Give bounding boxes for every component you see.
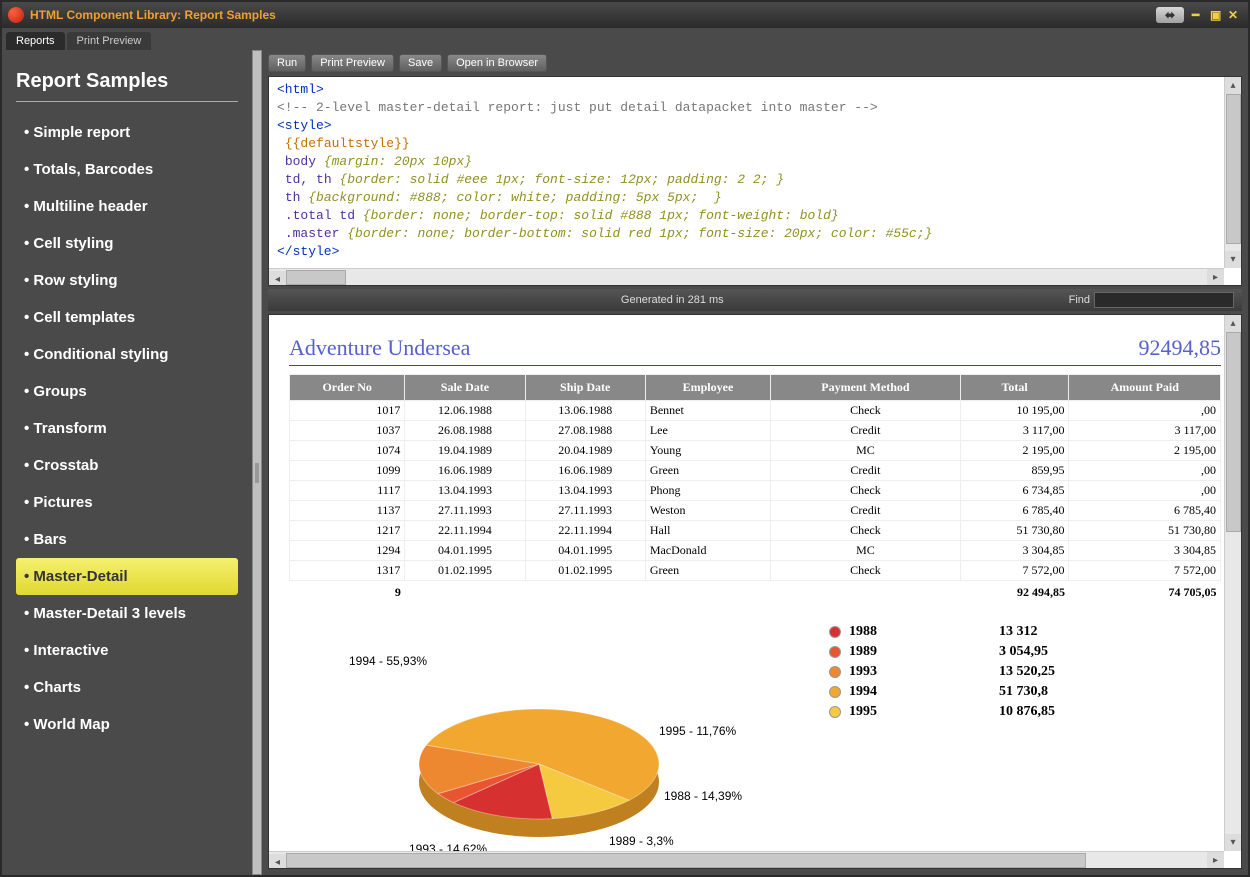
col-header: Sale Date xyxy=(405,375,525,401)
total-row: 992 494,8574 705,05 xyxy=(290,581,1221,605)
table-row: 109916.06.198916.06.1989GreenCredit859,9… xyxy=(290,461,1221,481)
pie-label-1994: 1994 - 55,93% xyxy=(349,654,427,668)
legend-item: 199510 876,85 xyxy=(829,704,1221,720)
sidebar-item-crosstab[interactable]: Crosstab xyxy=(16,447,238,484)
sidebar-item-simple-report[interactable]: Simple report xyxy=(16,114,238,151)
find-input[interactable] xyxy=(1094,292,1234,308)
tab-reports[interactable]: Reports xyxy=(6,32,65,50)
preview-vertical-scrollbar[interactable]: ▴▾ xyxy=(1224,315,1241,851)
sidebar-item-conditional-styling[interactable]: Conditional styling xyxy=(16,336,238,373)
pie-chart: 1994 - 55,93% 1995 - 11,76% 1988 - 14,39… xyxy=(289,624,749,864)
sidebar-item-totals-barcodes[interactable]: Totals, Barcodes xyxy=(16,151,238,188)
table-row: 107419.04.198920.04.1989YoungMC2 195,002… xyxy=(290,441,1221,461)
generated-time: Generated in 281 ms xyxy=(276,294,1069,306)
table-row: 101712.06.198813.06.1988BennetCheck10 19… xyxy=(290,401,1221,421)
legend-swatch-icon xyxy=(829,666,841,678)
pie-label-1989: 1989 - 3,3% xyxy=(609,834,674,848)
sidebar-item-cell-styling[interactable]: Cell styling xyxy=(16,225,238,262)
sidebar-title: Report Samples xyxy=(16,70,238,102)
code-horizontal-scrollbar[interactable]: ◂▸ xyxy=(269,268,1224,285)
print-preview-button[interactable]: Print Preview xyxy=(311,54,394,72)
table-row: 131701.02.199501.02.1995GreenCheck7 572,… xyxy=(290,561,1221,581)
open-in-browser-button[interactable]: Open in Browser xyxy=(447,54,547,72)
window-title: HTML Component Library: Report Samples xyxy=(30,8,276,22)
sidebar-item-row-styling[interactable]: Row styling xyxy=(16,262,238,299)
sidebar: Report Samples Simple reportTotals, Barc… xyxy=(2,50,252,875)
col-header: Ship Date xyxy=(525,375,645,401)
preview-pane: Adventure Undersea 92494,85 Order NoSale… xyxy=(268,314,1242,869)
minimize-icon[interactable]: ━ xyxy=(1192,8,1206,22)
col-header: Total xyxy=(960,375,1069,401)
maximize-icon[interactable]: ▣ xyxy=(1210,8,1224,22)
preview-horizontal-scrollbar[interactable]: ◂▸ xyxy=(269,851,1224,868)
sidebar-item-master-detail-3-levels[interactable]: Master-Detail 3 levels xyxy=(16,595,238,632)
title-bar: HTML Component Library: Report Samples ⬌… xyxy=(2,2,1248,28)
sidebar-item-charts[interactable]: Charts xyxy=(16,669,238,706)
legend-swatch-icon xyxy=(829,706,841,718)
legend-swatch-icon xyxy=(829,626,841,638)
main-tabs: Reports Print Preview xyxy=(2,28,1248,50)
legend-item: 198813 312 xyxy=(829,624,1221,640)
table-row: 129404.01.199504.01.1995MacDonaldMC3 304… xyxy=(290,541,1221,561)
sidebar-item-multiline-header[interactable]: Multiline header xyxy=(16,188,238,225)
save-button[interactable]: Save xyxy=(399,54,442,72)
find-label: Find xyxy=(1069,294,1090,306)
restore-horizontal-icon[interactable]: ⬌ xyxy=(1156,7,1184,23)
master-name: Adventure Undersea xyxy=(289,335,470,361)
table-row: 103726.08.198827.08.1988LeeCredit3 117,0… xyxy=(290,421,1221,441)
table-row: 111713.04.199313.04.1993PhongCheck6 734,… xyxy=(290,481,1221,501)
pie-label-1995: 1995 - 11,76% xyxy=(659,724,736,738)
col-header: Payment Method xyxy=(771,375,961,401)
sidebar-item-transform[interactable]: Transform xyxy=(16,410,238,447)
table-row: 113727.11.199327.11.1993WestonCredit6 78… xyxy=(290,501,1221,521)
master-header: Adventure Undersea 92494,85 xyxy=(289,331,1221,366)
code-vertical-scrollbar[interactable]: ▴▾ xyxy=(1224,77,1241,268)
report-toolbar: Run Print Preview Save Open in Browser xyxy=(262,50,1248,76)
table-row: 121722.11.199422.11.1994HallCheck51 730,… xyxy=(290,521,1221,541)
sidebar-item-cell-templates[interactable]: Cell templates xyxy=(16,299,238,336)
col-header: Order No xyxy=(290,375,405,401)
code-text[interactable]: <html> <!-- 2-level master-detail report… xyxy=(269,77,1241,265)
legend-swatch-icon xyxy=(829,646,841,658)
legend-item: 199451 730,8 xyxy=(829,684,1221,700)
sidebar-item-groups[interactable]: Groups xyxy=(16,373,238,410)
close-icon[interactable]: ✕ xyxy=(1228,8,1242,22)
master-total: 92494,85 xyxy=(1139,335,1222,361)
pie-label-1988: 1988 - 14,39% xyxy=(664,789,742,803)
pie-legend: 198813 312 19893 054,95 199313 520,25 19945… xyxy=(749,624,1221,864)
app-icon xyxy=(8,7,24,23)
sidebar-item-world-map[interactable]: World Map xyxy=(16,706,238,743)
run-button[interactable]: Run xyxy=(268,54,306,72)
detail-table: Order NoSale DateShip DateEmployeePaymen… xyxy=(289,374,1221,604)
legend-swatch-icon xyxy=(829,686,841,698)
col-header: Employee xyxy=(645,375,770,401)
sidebar-item-pictures[interactable]: Pictures xyxy=(16,484,238,521)
sidebar-item-bars[interactable]: Bars xyxy=(16,521,238,558)
status-bar: Generated in 281 ms Find xyxy=(268,289,1242,311)
tab-print-preview[interactable]: Print Preview xyxy=(67,32,152,50)
col-header: Amount Paid xyxy=(1069,375,1221,401)
sidebar-item-master-detail[interactable]: Master-Detail xyxy=(16,558,238,595)
legend-item: 19893 054,95 xyxy=(829,644,1221,660)
code-editor[interactable]: <html> <!-- 2-level master-detail report… xyxy=(268,76,1242,286)
pie-chart-area: 1994 - 55,93% 1995 - 11,76% 1988 - 14,39… xyxy=(289,624,1221,864)
vertical-splitter[interactable] xyxy=(252,50,262,875)
legend-item: 199313 520,25 xyxy=(829,664,1221,680)
sidebar-item-interactive[interactable]: Interactive xyxy=(16,632,238,669)
